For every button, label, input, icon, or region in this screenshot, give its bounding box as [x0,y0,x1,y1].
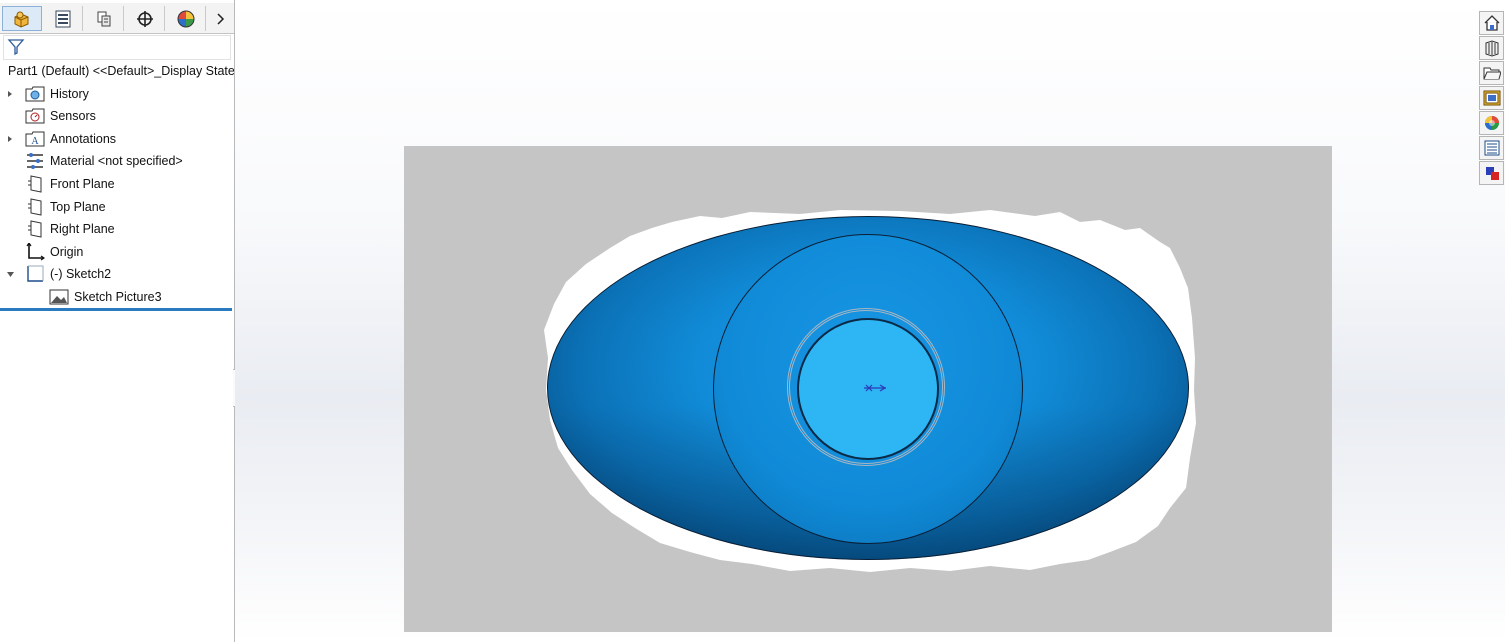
annotations-icon: A [25,131,45,147]
plane-icon [28,175,42,193]
task-pane-forum-button[interactable] [1479,161,1504,185]
tree-item-label: (-) Sketch2 [50,267,112,281]
sketch-icon [27,265,44,282]
task-pane [1479,8,1505,185]
tree-item-label: History [50,87,89,101]
tree-item-top-plane[interactable]: Top Plane [0,197,106,217]
task-pane-appearances-button[interactable] [1479,111,1504,135]
design-library-icon [1485,40,1498,57]
history-icon [25,86,45,102]
plane-icon [28,198,42,216]
tree-item-annotations[interactable]: A Annotations [0,129,116,149]
tab-featuremanager[interactable] [2,6,42,31]
solidworks-forum-icon [1485,167,1499,180]
sketch-picture[interactable] [404,146,1332,632]
tree-item-label: Top Plane [50,200,106,214]
tree-root-label: Part1 (Default) <<Default>_Display State [8,64,234,78]
tab-displaymanager[interactable] [166,6,206,31]
feature-manager-panel: Part1 (Default) <<Default>_Display State… [0,0,235,642]
origin-icon [26,243,45,261]
tree-item-label: Material <not specified> [50,154,183,168]
plane-icon [28,220,42,238]
manager-tab-bar [0,3,234,34]
tree-item-material[interactable]: Material <not specified> [0,151,183,171]
tree-item-label: Sensors [50,109,96,123]
configuration-manager-icon [97,11,110,26]
tab-configurationmanager[interactable] [84,6,124,31]
tree-root-part[interactable]: Part1 (Default) <<Default>_Display State [4,61,234,81]
rollback-bar[interactable] [0,308,232,311]
svg-text:A: A [31,136,39,147]
task-pane-file-explorer-button[interactable] [1479,61,1504,85]
tree-item-sketch2[interactable]: (-) Sketch2 [0,264,111,284]
tree-item-right-plane[interactable]: Right Plane [0,219,115,239]
tree-item-history[interactable]: History [0,84,89,104]
chevron-right-icon [217,12,225,25]
task-pane-design-library-button[interactable] [1479,36,1504,60]
tree-item-front-plane[interactable]: Front Plane [0,174,115,194]
display-manager-icon [177,10,194,27]
expand-arrow-icon[interactable] [5,134,15,144]
property-manager-icon [55,10,70,27]
dimxpert-icon [136,10,153,27]
tab-dimxpert[interactable] [125,6,165,31]
tree-item-sensors[interactable]: Sensors [0,106,96,126]
material-icon [27,153,43,169]
task-pane-view-palette-button[interactable] [1479,86,1504,110]
graphics-area[interactable] [235,0,1505,642]
part-tree-icon [14,11,29,28]
tree-item-label: Origin [50,245,84,259]
tree-item-origin[interactable]: Origin [0,242,83,262]
sketch-origin-icon [864,384,887,392]
appearances-icon [1484,116,1499,130]
view-palette-icon [1483,90,1500,106]
filter-icon[interactable] [7,38,25,56]
tree-item-label: Front Plane [50,177,115,191]
custom-properties-icon [1484,140,1499,156]
expand-arrow-icon[interactable] [5,89,15,99]
sensors-icon [25,108,45,124]
tree-filter [3,35,231,60]
task-pane-resources-button[interactable] [1479,11,1504,35]
task-pane-custom-properties-button[interactable] [1479,136,1504,160]
home-icon [1484,15,1499,31]
tabs-more-button[interactable] [208,6,232,31]
tab-propertymanager[interactable] [43,6,83,31]
tree-item-sketch-picture3[interactable]: Sketch Picture3 [0,287,162,307]
sketch-picture-icon [49,289,69,305]
tree-item-label: Annotations [50,132,117,146]
filter-input[interactable] [28,37,228,58]
tree-item-label: Right Plane [50,222,115,236]
folder-icon [1483,67,1501,80]
collapse-arrow-icon[interactable] [5,269,15,279]
tree-item-label: Sketch Picture3 [74,290,162,304]
